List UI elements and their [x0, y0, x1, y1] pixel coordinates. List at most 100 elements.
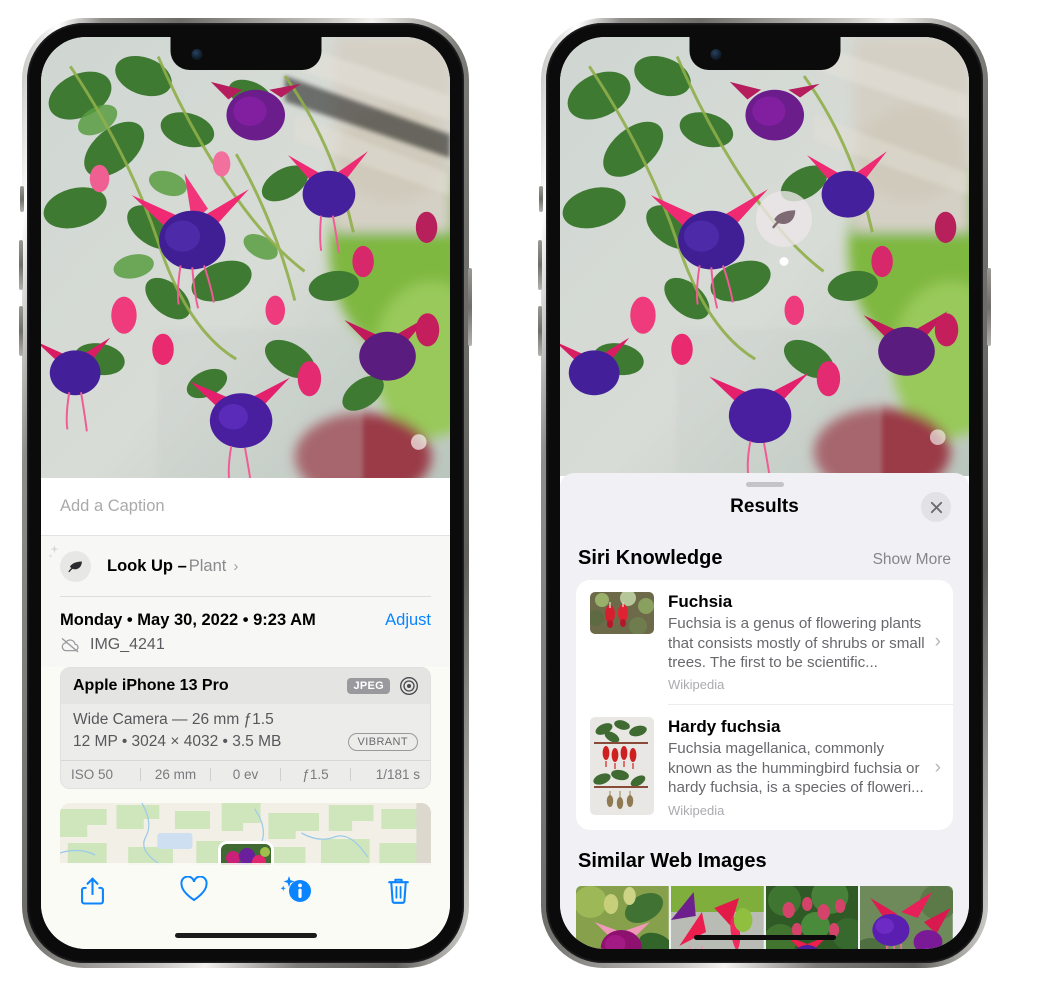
exif-exposure: 0 ev	[232, 767, 259, 782]
chevron-right-icon: ›	[934, 631, 941, 653]
knowledge-item[interactable]: Hardy fuchsia Fuchsia magellanica, commo…	[576, 705, 953, 829]
volume-up-button-left[interactable]	[19, 240, 23, 290]
look-up-label-group: Look Up – Plant ›	[107, 557, 238, 576]
knowledge-text: Hardy fuchsia Fuchsia magellanica, commo…	[668, 717, 929, 817]
web-image-4	[860, 885, 953, 949]
aperture-icon[interactable]	[399, 676, 419, 696]
photo-filename: IMG_4241	[90, 636, 165, 653]
section-title-similar-web-images: Similar Web Images	[578, 849, 767, 872]
trash-icon	[388, 878, 410, 904]
info-sparkle-icon	[280, 876, 311, 902]
close-icon	[930, 501, 942, 513]
volume-down-button-left[interactable]	[19, 306, 23, 356]
photographic-style-badge: VIBRANT	[347, 733, 418, 751]
side-power-button-right[interactable]	[987, 268, 991, 346]
knowledge-text: Fuchsia Fuchsia is a genus of flowering …	[668, 592, 929, 692]
silent-switch-left[interactable]	[20, 186, 24, 212]
lens-info: Wide Camera — 26 mm ƒ1.5	[73, 711, 274, 728]
camera-info-body: Wide Camera — 26 mm ƒ1.5 12 MP • 3024 × …	[61, 704, 430, 760]
leaf-glyph	[68, 561, 82, 572]
share-icon	[80, 877, 104, 905]
results-title: Results	[730, 496, 799, 517]
fuchsia-thumb-image	[590, 592, 654, 634]
chevron-right-icon: ›	[934, 756, 941, 778]
knowledge-title: Hardy fuchsia	[668, 717, 781, 737]
delete-button[interactable]	[348, 863, 450, 905]
caption-field-row[interactable]: Add a Caption	[41, 478, 450, 536]
web-image-item[interactable]	[576, 885, 669, 949]
photo-viewer-left[interactable]	[41, 37, 450, 492]
fuchsia-photo-left	[41, 37, 450, 482]
exif-iso: ISO 50	[71, 767, 114, 782]
silent-switch-right[interactable]	[539, 186, 543, 212]
phone-screen-left: Add a Caption Look Up – Plant › Monday •…	[41, 37, 450, 949]
date-row: Monday • May 30, 2022 • 9:23 AM Adjust	[60, 597, 431, 630]
camera-info-badges: JPEG	[347, 676, 419, 696]
iphone-right: Results Siri Knowledge Show More Fuchsia…	[538, 18, 991, 968]
knowledge-thumbnail	[590, 592, 654, 634]
iphone-left: Add a Caption Look Up – Plant › Monday •…	[19, 18, 472, 968]
exif-stats-row: ISO 50 26 mm 0 ev ƒ1.5 1/181 s	[61, 760, 430, 788]
look-up-row[interactable]: Look Up – Plant ›	[41, 536, 450, 596]
photo-viewer-right[interactable]	[560, 37, 969, 487]
thumbnail-image	[220, 844, 271, 865]
exif-focal: 26 mm	[154, 767, 197, 782]
fuchsia-photo-right	[560, 37, 969, 477]
photo-info-sheet: Add a Caption Look Up – Plant › Monday •…	[41, 478, 450, 949]
info-button[interactable]	[246, 863, 348, 904]
siri-knowledge-header: Siri Knowledge Show More	[560, 527, 969, 580]
phone-bezel-left: Add a Caption Look Up – Plant › Monday •…	[27, 23, 464, 963]
web-image-1	[576, 885, 669, 949]
front-camera-right	[710, 49, 721, 60]
exif-shutter: 1/181 s	[375, 767, 420, 782]
knowledge-source: Wikipedia	[668, 802, 725, 818]
photo-date: Monday • May 30, 2022 • 9:23 AM	[60, 611, 316, 629]
siri-knowledge-card: Fuchsia Fuchsia is a genus of flowering …	[576, 580, 953, 830]
close-button[interactable]	[921, 492, 951, 522]
look-up-subject: Plant	[188, 556, 227, 575]
location-map[interactable]	[60, 803, 431, 865]
resolution-info: 12 MP • 3024 × 4032 • 3.5 MB	[73, 733, 282, 750]
results-sheet: Results Siri Knowledge Show More Fuchsia…	[560, 473, 969, 949]
phone-bezel-right: Results Siri Knowledge Show More Fuchsia…	[546, 23, 983, 963]
front-camera-left	[191, 49, 202, 60]
camera-info-card[interactable]: Apple iPhone 13 Pro JPEG Wide Camera — 2…	[60, 667, 431, 789]
format-badge: JPEG	[347, 678, 390, 694]
lookup-anchor-dot	[779, 257, 789, 266]
leaf-icon	[772, 210, 796, 229]
home-indicator-right[interactable]	[693, 935, 836, 940]
photo-meta-block: Monday • May 30, 2022 • 9:23 AM Adjust I…	[41, 596, 450, 667]
favorite-button[interactable]	[143, 863, 245, 902]
caption-placeholder: Add a Caption	[60, 497, 165, 515]
visual-lookup-leaf-badge[interactable]	[756, 191, 812, 266]
adjust-button[interactable]: Adjust	[385, 611, 431, 630]
knowledge-source: Wikipedia	[668, 677, 725, 693]
knowledge-description: Fuchsia magellanica, commonly known as t…	[668, 740, 924, 797]
knowledge-description: Fuchsia is a genus of flowering plants t…	[668, 615, 925, 671]
heart-icon	[180, 876, 208, 902]
similar-web-images-header: Similar Web Images	[560, 830, 969, 877]
file-row: IMG_4241	[60, 636, 431, 667]
camera-info-header: Apple iPhone 13 Pro JPEG	[61, 668, 430, 704]
share-button[interactable]	[41, 863, 143, 906]
exif-aperture: ƒ1.5	[302, 767, 329, 782]
knowledge-item[interactable]: Fuchsia Fuchsia is a genus of flowering …	[576, 580, 953, 704]
device-notch-left	[170, 37, 321, 70]
screenshot-stage: Add a Caption Look Up – Plant › Monday •…	[0, 0, 1055, 985]
device-notch-right	[689, 37, 840, 70]
leaf-icon	[60, 550, 91, 582]
knowledge-thumbnail	[590, 717, 654, 816]
chevron-right-icon: ›	[233, 557, 239, 575]
size-info-row: 12 MP • 3024 × 4032 • 3.5 MB VIBRANT	[73, 733, 418, 751]
volume-down-button-right[interactable]	[538, 306, 542, 356]
side-power-button-left[interactable]	[468, 268, 472, 346]
home-indicator-left[interactable]	[174, 933, 317, 938]
show-more-button[interactable]: Show More	[873, 551, 951, 569]
icloud-slash-icon	[61, 638, 79, 653]
results-header: Results	[560, 487, 969, 527]
section-title-siri-knowledge: Siri Knowledge	[578, 547, 723, 569]
volume-up-button-right[interactable]	[538, 240, 542, 290]
look-up-label: Look Up –	[107, 556, 187, 575]
web-image-item[interactable]	[860, 885, 953, 949]
map-photo-thumbnail[interactable]	[217, 841, 274, 865]
